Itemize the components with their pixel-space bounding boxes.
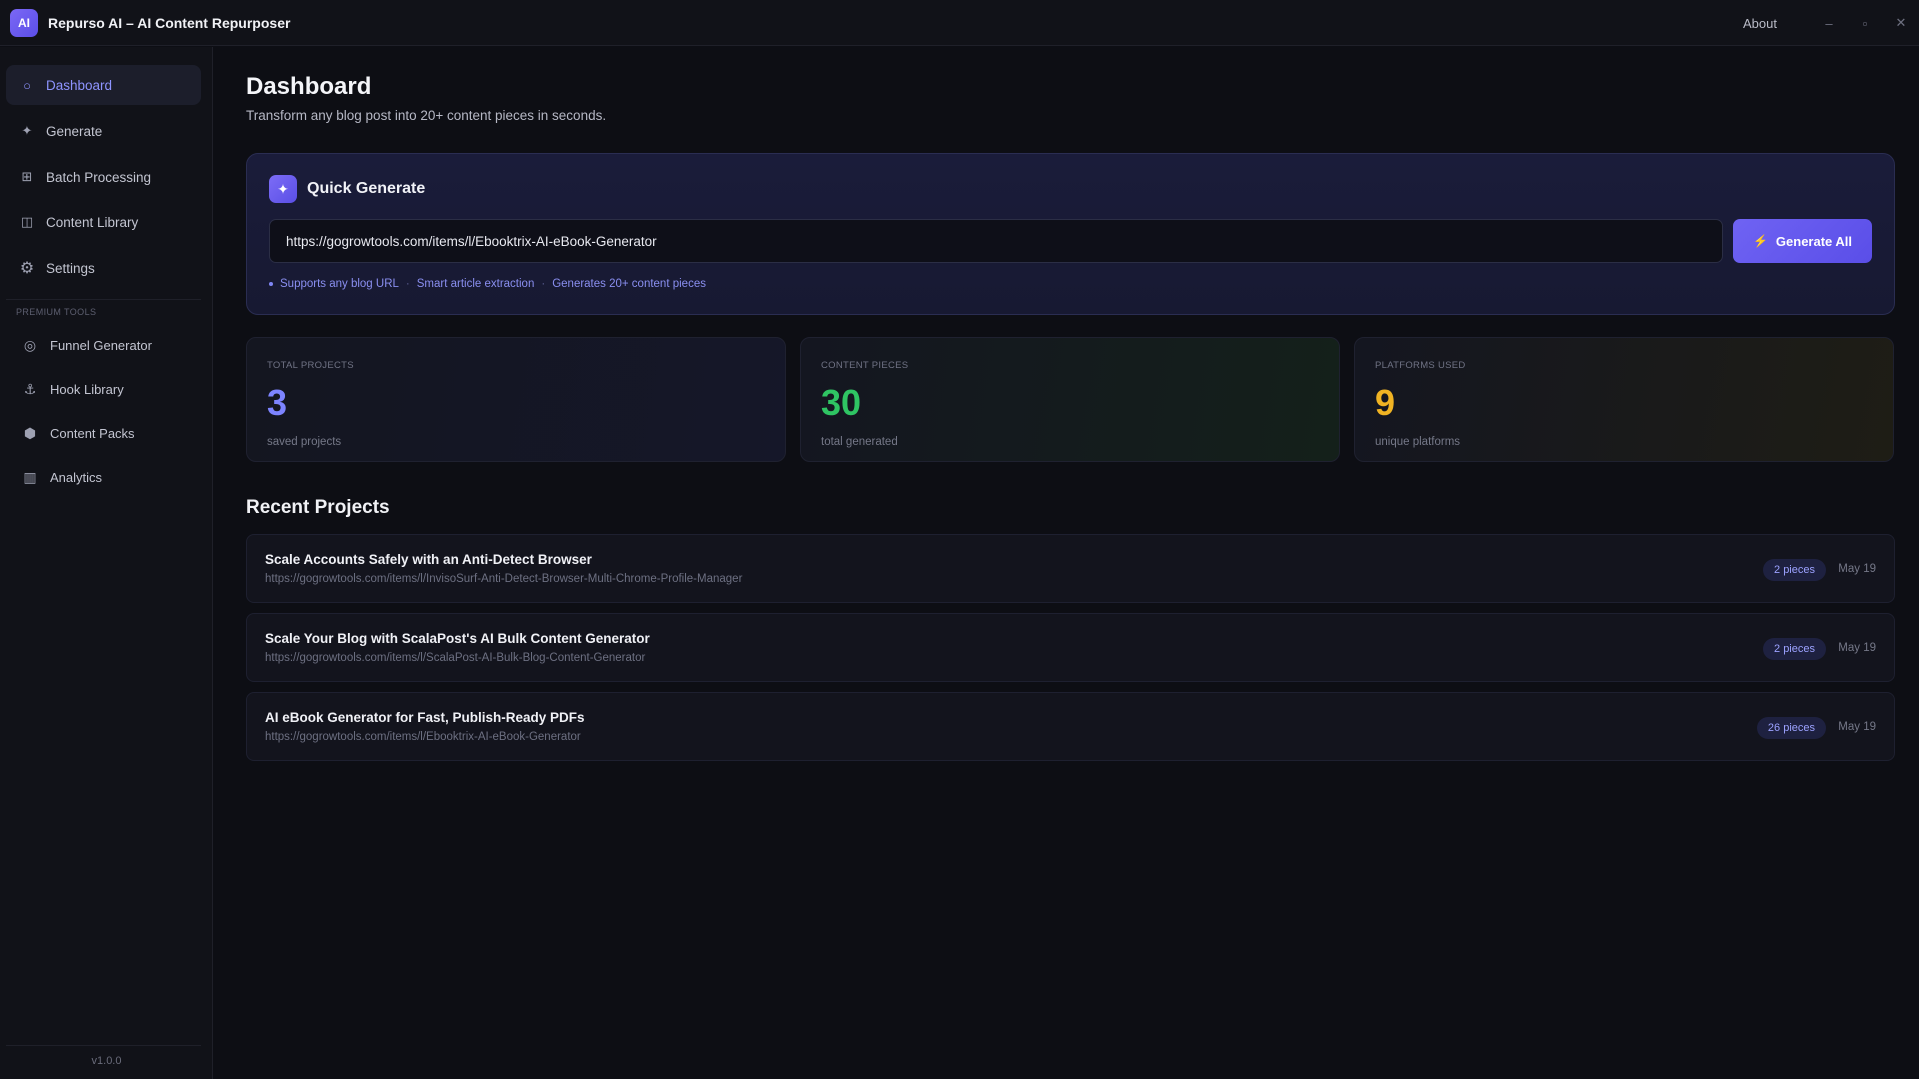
- pieces-badge: 26 pieces: [1756, 717, 1826, 739]
- sidebar-item-content-packs[interactable]: ⬢ Content Packs: [6, 415, 201, 451]
- package-icon: ⬢: [23, 424, 37, 441]
- sidebar-item-label: Hook Library: [50, 381, 124, 397]
- sidebar-item-batch-processing[interactable]: ⊞ Batch Processing: [6, 157, 201, 197]
- hint-separator: ·: [541, 278, 546, 290]
- anchor-icon: ⚓: [23, 380, 37, 397]
- stat-card-platforms-used: PLATFORMS USED 9 unique platforms: [1354, 337, 1894, 462]
- sidebar-item-label: Content Packs: [50, 425, 135, 441]
- recent-projects-title: Recent Projects: [246, 497, 390, 518]
- project-title: Scale Your Blog with ScalaPost's AI Bulk…: [265, 631, 650, 646]
- sparkle-icon: ✦: [21, 123, 33, 138]
- quick-generate-hints: Supports any blog URL · Smart article ex…: [269, 278, 706, 290]
- hint-text: Supports any blog URL: [280, 278, 399, 290]
- stat-value: 30: [821, 382, 862, 423]
- app-version: v1.0.0: [91, 1055, 122, 1067]
- maximize-icon[interactable]: ▫: [1847, 0, 1883, 46]
- stat-value: 3: [267, 382, 288, 423]
- stat-caption: saved projects: [267, 436, 342, 448]
- sidebar-footer-divider: [6, 1045, 201, 1046]
- sidebar-item-analytics[interactable]: ▥ Analytics: [6, 459, 201, 495]
- stat-caption: unique platforms: [1375, 436, 1461, 448]
- hint-text: Generates 20+ content pieces: [552, 278, 706, 290]
- sidebar-item-label: Content Library: [46, 214, 139, 230]
- sidebar-item-settings[interactable]: ⚙ Settings: [6, 248, 201, 288]
- sidebar-item-content-library[interactable]: ◫ Content Library: [6, 202, 201, 242]
- bar-chart-icon: ▥: [23, 468, 37, 485]
- sidebar-item-generate[interactable]: ✦ Generate: [6, 111, 201, 151]
- sidebar-item-label: Settings: [46, 260, 95, 276]
- minimize-icon[interactable]: –: [1811, 0, 1847, 46]
- grid-icon: ⊞: [21, 169, 33, 184]
- sidebar-item-dashboard[interactable]: ○ Dashboard: [6, 65, 201, 105]
- sidebar-item-label: Analytics: [50, 469, 103, 485]
- sidebar-item-hook-library[interactable]: ⚓ Hook Library: [6, 371, 201, 407]
- premium-tools-label: PREMIUM TOOLS: [16, 307, 97, 317]
- titlebar-controls: About – ▫ ✕: [1743, 0, 1919, 46]
- sidebar-item-funnel-generator[interactable]: ◎ Funnel Generator: [6, 327, 201, 363]
- sidebar-item-label: Generate: [46, 123, 103, 139]
- blog-url-input[interactable]: [269, 219, 1723, 263]
- project-row[interactable]: Scale Your Blog with ScalaPost's AI Bulk…: [246, 613, 1895, 682]
- project-date: May 19: [1838, 563, 1876, 575]
- app-title: Repurso AI – AI Content Repurposer: [48, 14, 291, 31]
- app-logo: AI: [10, 8, 38, 37]
- generate-all-button[interactable]: ⚡ Generate All: [1733, 219, 1872, 263]
- pieces-badge: 2 pieces: [1763, 638, 1826, 660]
- project-url: https://gogrowtools.com/items/l/ScalaPos…: [265, 652, 646, 664]
- lightning-icon: ⚡: [1752, 234, 1768, 248]
- sidebar-item-label: Funnel Generator: [50, 337, 152, 353]
- stat-caption: total generated: [821, 436, 898, 448]
- project-url: https://gogrowtools.com/items/l/InvisoSu…: [265, 573, 743, 585]
- project-row[interactable]: AI eBook Generator for Fast, Publish-Rea…: [246, 692, 1895, 761]
- pieces-badge: 2 pieces: [1763, 559, 1826, 581]
- project-title: AI eBook Generator for Fast, Publish-Rea…: [265, 710, 585, 725]
- sidebar-item-label: Batch Processing: [46, 169, 152, 185]
- stat-card-total-projects: TOTAL PROJECTS 3 saved projects: [246, 337, 786, 462]
- project-title: Scale Accounts Safely with an Anti-Detec…: [265, 552, 592, 567]
- generate-all-label: Generate All: [1775, 233, 1853, 249]
- hint-separator: ·: [405, 278, 410, 290]
- title-bar: AI Repurso AI – AI Content Repurposer Ab…: [0, 0, 1919, 46]
- close-icon[interactable]: ✕: [1883, 0, 1919, 46]
- main-content: Dashboard Transform any blog post into 2…: [214, 47, 1919, 1079]
- sidebar: ○ Dashboard ✦ Generate ⊞ Batch Processin…: [0, 47, 213, 1079]
- page-title: Dashboard: [246, 73, 372, 100]
- project-row[interactable]: Scale Accounts Safely with an Anti-Detec…: [246, 534, 1895, 603]
- gear-icon: ⚙: [19, 260, 35, 277]
- stat-label: TOTAL PROJECTS: [267, 360, 354, 371]
- project-date: May 19: [1838, 721, 1876, 733]
- stat-label: PLATFORMS USED: [1375, 360, 1466, 371]
- target-icon: ◎: [23, 336, 37, 353]
- book-icon: ◫: [20, 214, 34, 229]
- sidebar-item-label: Dashboard: [46, 77, 113, 93]
- page-subtitle: Transform any blog post into 20+ content…: [246, 108, 607, 123]
- stat-label: CONTENT PIECES: [821, 360, 909, 371]
- bullet-icon: [269, 282, 273, 286]
- quick-generate-card: ✦ Quick Generate ⚡ Generate All Supports…: [246, 153, 1895, 315]
- stat-card-content-pieces: CONTENT PIECES 30 total generated: [800, 337, 1340, 462]
- sparkle-icon: ✦: [269, 175, 297, 203]
- project-date: May 19: [1838, 642, 1876, 654]
- hint-text: Smart article extraction: [416, 278, 535, 290]
- sidebar-divider: [6, 299, 201, 300]
- stat-value: 9: [1375, 382, 1396, 423]
- circle-outline-icon: ○: [23, 77, 31, 93]
- about-link[interactable]: About: [1743, 16, 1777, 31]
- project-url: https://gogrowtools.com/items/l/Ebooktri…: [265, 731, 581, 743]
- quick-generate-title: Quick Generate: [307, 180, 426, 197]
